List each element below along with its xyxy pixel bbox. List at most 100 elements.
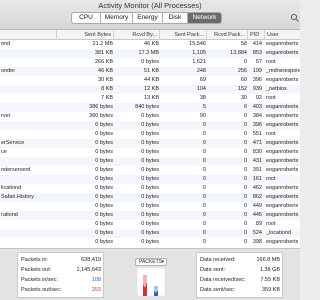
table-row[interactable]: 8 KB 12 KB 104 152 939 _netbios — [0, 85, 300, 94]
tab-cpu[interactable]: CPU — [72, 13, 101, 23]
table-row[interactable]: onder 46 KB 51 KB 248 256 199 _mdnsresponder — [0, 67, 300, 76]
table-row[interactable]: ond 21.2 MB 46 KB 15,546 58 414 eoganroberts — [0, 40, 300, 49]
column-header-process-name[interactable] — [0, 30, 56, 40]
cell-spk: 0 — [202, 131, 206, 137]
cell-name — [0, 130, 56, 139]
table-row[interactable]: 0 bytes 0 bytes 0 0 396 eoganroberts — [0, 121, 300, 130]
packets-stats-panel: Packets in: 638,419 Packets out: 1,145,6… — [17, 252, 104, 298]
cell-rcvd: 0 bytes — [141, 230, 159, 236]
column-header-pid[interactable]: PID — [247, 30, 264, 40]
cell-user: eoganroberts — [266, 158, 299, 164]
column-header-sent-bytes[interactable]: Sent Bytes — [56, 30, 113, 40]
packets-out-sec-label: Packets out/sec: — [21, 287, 62, 293]
table-row[interactable]: 386 bytes 840 bytes 5 6 403 eoganroberts — [0, 103, 300, 112]
cell-rpk: 6 — [243, 104, 247, 110]
cell-name — [0, 157, 56, 166]
cell-rpk: 58 — [240, 41, 247, 47]
cell-rpk: 0 — [243, 149, 247, 155]
column-header-row: Sent Bytes Rcvd By... Sent Pack... Rcvd … — [0, 30, 300, 40]
cell-name: Safari.History — [1, 194, 35, 200]
cell-rcvd: 0 bytes — [141, 203, 159, 209]
packets-in-label: Packets in: — [21, 257, 48, 263]
cell-user: eoganroberts — [266, 50, 299, 56]
cell-sent: 266 KB — [94, 59, 113, 65]
table-row[interactable]: rationd 0 bytes 0 bytes 0 0 445 eoganroberts — [0, 211, 300, 220]
cell-spk: 69 — [199, 77, 206, 83]
table-row[interactable]: 0 bytes 0 bytes 0 0 431 eoganroberts — [0, 157, 300, 166]
cell-name — [0, 103, 56, 112]
cell-spk: 0 — [202, 167, 206, 173]
cell-rpk: 0 — [243, 131, 247, 137]
cell-rcvd: 0 bytes — [141, 185, 159, 191]
cell-sent: 0 bytes — [95, 122, 113, 128]
cell-pid: 462 — [252, 185, 262, 191]
title-bar: Activity Monitor (All Processes) CPU Mem… — [0, 0, 300, 30]
cell-name: nderserverd — [1, 167, 31, 173]
cell-name: rver — [1, 113, 11, 119]
table-row[interactable]: rver 360 bytes 0 bytes 90 0 384 eoganroberts — [0, 112, 300, 121]
cell-sent: 7 KB — [101, 95, 113, 101]
cell-sent: 360 bytes — [89, 113, 113, 119]
cell-spk: 0 — [202, 230, 206, 236]
cell-name — [0, 220, 56, 229]
cell-rcvd: 0 bytes — [141, 113, 159, 119]
cell-user: eoganroberts — [266, 41, 299, 47]
table-row[interactable]: 30 KB 44 KB 69 60 396 eoganroberts — [0, 76, 300, 85]
cell-spk: 0 — [202, 158, 206, 164]
column-header-user[interactable]: User — [264, 30, 300, 40]
cell-sent: 0 bytes — [95, 176, 113, 182]
table-row[interactable]: 0 bytes 0 bytes 0 0 551 root — [0, 130, 300, 139]
table-row[interactable]: ce 0 bytes 0 bytes 0 0 830 eoganroberts — [0, 148, 300, 157]
data-received-sec-row: Data received/sec: 7.55 KB — [200, 275, 280, 285]
cell-user: eoganroberts — [266, 203, 299, 209]
table-row[interactable]: nderserverd 0 bytes 0 bytes 0 0 391 eoganrober… — [0, 166, 300, 175]
table-row[interactable]: licationd 0 bytes 0 bytes 0 0 462 eoganroberts — [0, 184, 300, 193]
tab-network[interactable]: Network — [188, 13, 221, 23]
network-summary-footer: Packets in: 638,419 Packets out: 1,145,6… — [0, 248, 300, 300]
table-row[interactable]: 0 bytes 0 bytes 0 0 89 root — [0, 220, 300, 229]
table-row[interactable]: 0 bytes 0 bytes 0 0 524 _locationd — [0, 229, 300, 238]
search-icon[interactable] — [290, 12, 300, 24]
table-row[interactable]: 266 KB 0 bytes 1,621 0 57 root — [0, 58, 300, 67]
cell-spk: 0 — [202, 239, 206, 245]
cell-rcvd: 0 bytes — [141, 239, 159, 245]
cell-rcvd: 0 bytes — [141, 149, 159, 155]
cell-pid: 853 — [252, 50, 262, 56]
column-header-rcvd-packets[interactable]: Rcvd Pack... — [206, 30, 247, 40]
cell-name: licationd — [1, 185, 22, 191]
table-row[interactable]: Safari.History 0 bytes 0 bytes 0 0 862 eoganro… — [0, 193, 300, 202]
cell-pid: 431 — [252, 158, 262, 164]
cell-spk: 0 — [202, 176, 206, 182]
table-row[interactable]: erService 0 bytes 0 bytes 0 0 471 eoganroberts — [0, 139, 300, 148]
cell-sent: 8 KB — [101, 86, 113, 92]
tab-energy[interactable]: Energy — [133, 13, 163, 23]
cell-rcvd: 0 bytes — [141, 194, 159, 200]
column-header-rcvd-bytes[interactable]: Rcvd By... — [113, 30, 159, 40]
table-row[interactable]: 0 bytes 0 bytes 0 0 449 eoganroberts — [0, 202, 300, 211]
column-header-sent-packets[interactable]: Sent Pack... — [159, 30, 206, 40]
table-row[interactable]: 381 KB 17.3 MB 1,105 13,884 853 eoganroberts — [0, 49, 300, 58]
cell-rcvd: 46 KB — [144, 41, 159, 47]
chevron-down-icon: ▾ — [161, 259, 164, 265]
process-table[interactable]: ond 21.2 MB 46 KB 15,546 58 414 eoganroberts 38… — [0, 40, 300, 248]
cell-rpk: 0 — [243, 59, 247, 65]
cell-rpk: 30 — [240, 95, 247, 101]
cell-user: eoganroberts — [266, 77, 299, 83]
cell-rpk: 0 — [243, 113, 247, 119]
table-row[interactable]: 0 bytes 0 bytes 0 0 161 root — [0, 175, 300, 184]
packets-in-sec-row: Packets in/sec: 108 — [21, 275, 101, 285]
cell-spk: 0 — [202, 149, 206, 155]
data-sent-sec-value: 359 KB — [261, 287, 280, 293]
cell-user: eoganroberts — [266, 194, 299, 200]
cell-rpk: 0 — [243, 185, 247, 191]
cell-rcvd: 51 KB — [144, 68, 159, 74]
graph-mode-select[interactable]: PACKETS ▾ — [135, 258, 167, 266]
tab-memory[interactable]: Memory — [101, 13, 133, 23]
tab-disk[interactable]: Disk — [163, 13, 188, 23]
cell-spk: 0 — [202, 203, 206, 209]
table-row[interactable]: 0 bytes 0 bytes 0 0 398 eoganroberts — [0, 238, 300, 247]
cell-spk: 0 — [202, 185, 206, 191]
table-row[interactable]: 7 KB 13 KB 38 30 92 root — [0, 94, 300, 103]
cell-rcvd: 0 bytes — [141, 140, 159, 146]
cell-rcvd: 44 KB — [144, 77, 159, 83]
